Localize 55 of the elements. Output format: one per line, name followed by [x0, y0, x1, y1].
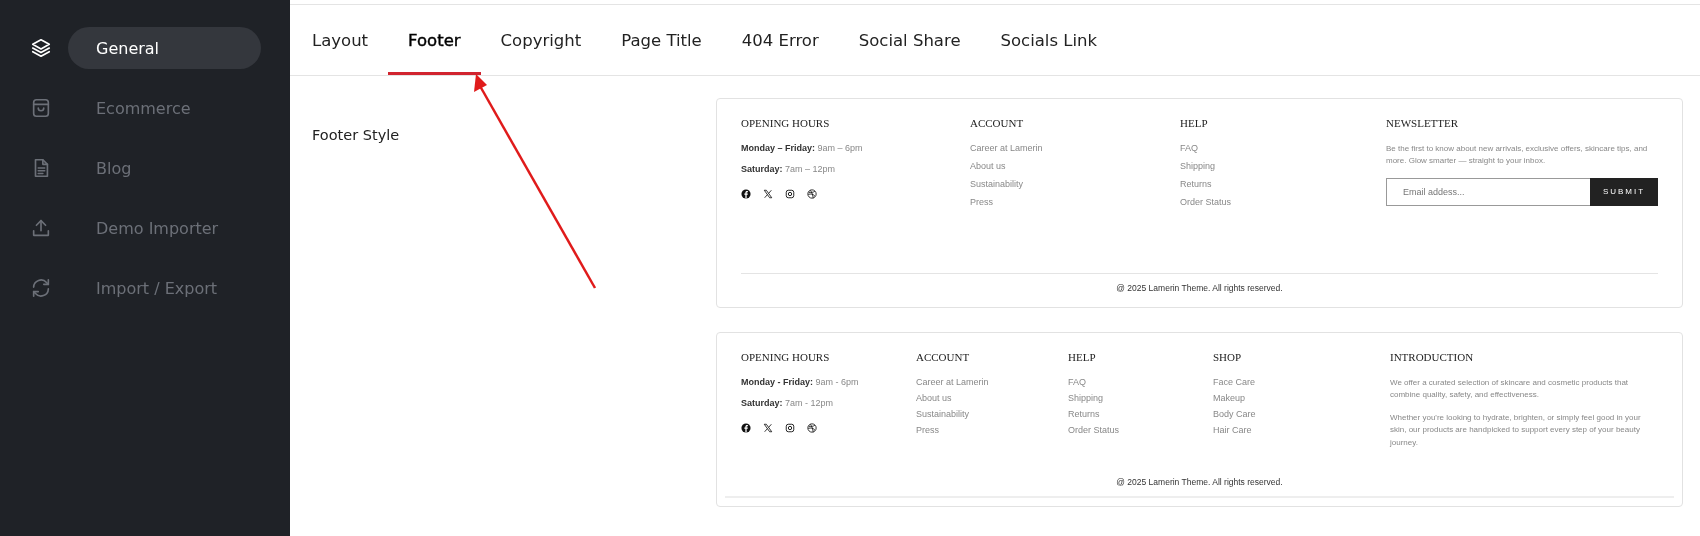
footer-link: Returns	[1068, 409, 1101, 419]
column-heading: HELP	[1068, 351, 1097, 363]
column-heading: SHOP	[1213, 351, 1243, 363]
column-heading: HELP	[1180, 117, 1209, 129]
newsletter-text: Be the first to know about new arrivals, exclusive offers, skincare tips, and more. Glow smarter — straight to your inbox.	[1386, 143, 1649, 168]
layers-icon	[30, 37, 52, 59]
footer-link: Career at Lamerin	[916, 377, 990, 387]
hours-text: Monday – Friday: 9am – 6pm	[741, 143, 864, 153]
footer-link: FAQ	[1068, 377, 1087, 387]
footer-link: Hair Care	[1213, 425, 1253, 435]
footer-link: Face Care	[1213, 377, 1257, 387]
footer-link: Returns	[1180, 179, 1213, 189]
footer-link: Order Status	[1180, 197, 1233, 207]
sidebar-item[interactable]: General	[68, 27, 261, 69]
copyright-text: @ 2025 Lamerin Theme. All rights reserved.	[1115, 282, 1284, 295]
tab[interactable]: Page Title	[601, 5, 722, 75]
upload-icon	[30, 217, 52, 239]
intro-text: Whether you're looking to hydrate, brighten, or simply feel good in your skin, our products are handpicked to support every step of your beauty journey.	[1390, 411, 1642, 449]
tab[interactable]: 404 Error	[721, 5, 839, 75]
refresh-icon	[30, 277, 52, 299]
footer-link: About us	[970, 161, 1007, 171]
footer-link: Sustainability	[970, 179, 1025, 189]
footer-preview-card[interactable]	[716, 98, 1683, 308]
setting-label: Footer Style	[312, 127, 400, 143]
tab[interactable]: Social Share	[838, 5, 981, 75]
column-heading: ACCOUNT	[916, 351, 971, 363]
column-heading: OPENING HOURS	[741, 117, 831, 129]
hours-text: Saturday: 7am - 12pm	[741, 398, 835, 408]
tab[interactable]: Socials Link	[980, 5, 1118, 75]
tab[interactable]: Footer	[388, 5, 481, 75]
hours-text: Monday - Friday: 9am - 6pm	[741, 377, 860, 387]
hours-text: Saturday: 7am – 12pm	[741, 164, 837, 174]
footer-preview-card[interactable]	[716, 332, 1683, 507]
column-heading: ACCOUNT	[970, 117, 1025, 129]
submit-button: SUBMIT	[1590, 177, 1658, 206]
footer-link: Makeup	[1213, 393, 1247, 403]
tab[interactable]: Copyright	[480, 5, 602, 75]
footer-link: FAQ	[1180, 143, 1199, 153]
copyright-text: @ 2025 Lamerin Theme. All rights reserved.	[1115, 476, 1284, 489]
column-heading: INTRODUCTION	[1390, 351, 1475, 363]
footer-link: Shipping	[1068, 393, 1105, 403]
footer-link: Body Care	[1213, 409, 1257, 419]
column-heading: OPENING HOURS	[741, 351, 831, 363]
footer-link: Sustainability	[916, 409, 971, 419]
intro-text: We offer a curated selection of skincare and cosmetic products that combine quality, safety, and effectiveness.	[1390, 377, 1630, 402]
tab[interactable]: Layout	[312, 5, 389, 75]
column-heading: NEWSLETTER	[1386, 117, 1460, 129]
footer-link: Shipping	[1180, 161, 1217, 171]
footer-link: Order Status	[1068, 425, 1121, 435]
footer-link: Press	[970, 197, 994, 207]
footer-link: About us	[916, 393, 953, 403]
email-field: Email addess...	[1386, 177, 1590, 206]
shopping-bag-icon	[30, 97, 52, 119]
footer-link: Career at Lamerin	[970, 143, 1044, 153]
footer-link: Press	[916, 425, 940, 435]
